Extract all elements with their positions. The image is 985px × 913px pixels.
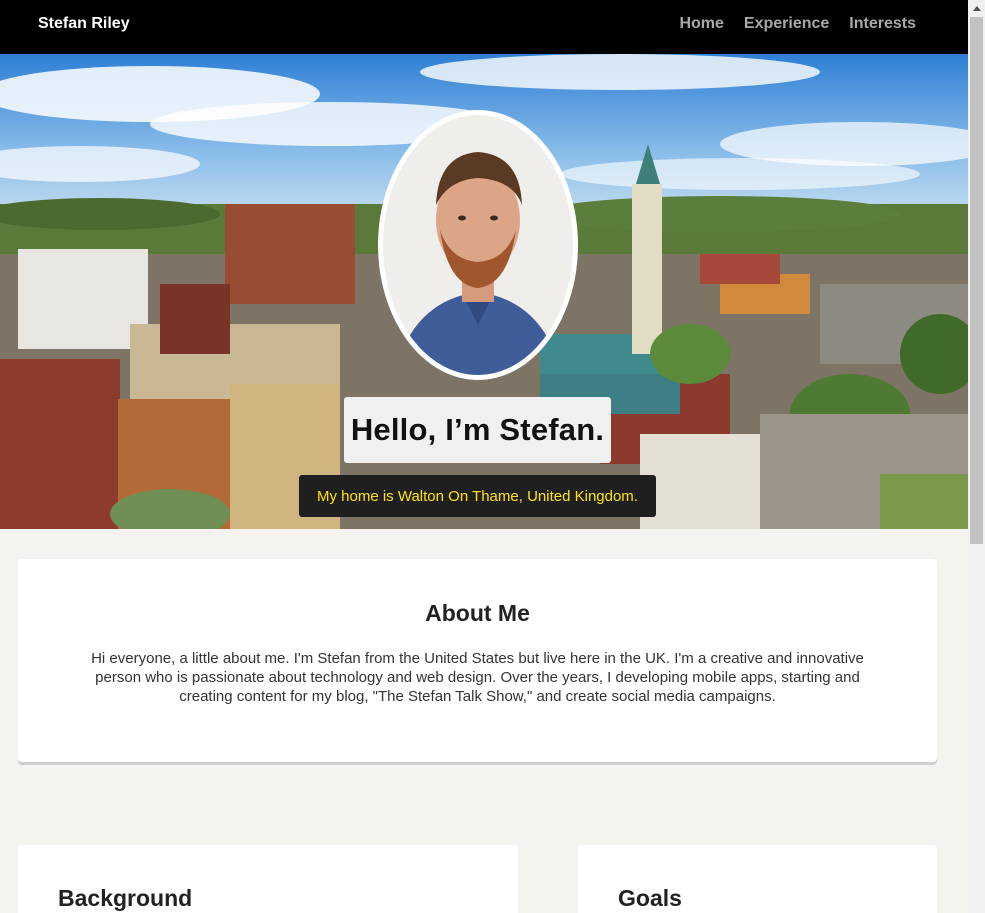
greeting-box: Hello, I’m Stefan. <box>344 397 611 463</box>
nav-link-home[interactable]: Home <box>679 15 723 33</box>
profile-photo <box>378 110 578 380</box>
about-card: About Me Hi everyone, a little about me.… <box>18 559 937 762</box>
goals-title: Goals <box>618 885 682 911</box>
scroll-up-arrow-icon[interactable] <box>968 0 985 17</box>
brand-link[interactable]: Stefan Riley <box>38 15 130 33</box>
home-location-box: My home is Walton On Thame, United Kingd… <box>299 475 656 517</box>
background-card: Background <box>18 845 518 913</box>
nav-links: Home Experience Interests <box>679 15 916 33</box>
about-text: Hi everyone, a little about me. I'm Stef… <box>91 650 864 705</box>
background-title: Background <box>58 885 193 911</box>
nav-link-experience[interactable]: Experience <box>744 15 829 33</box>
home-location-text: My home is Walton On Thame, United Kingd… <box>317 487 638 505</box>
about-title: About Me <box>425 600 530 626</box>
page: Stefan Riley Home Experience Interests H… <box>0 0 968 913</box>
scrollbar-thumb[interactable] <box>970 17 983 544</box>
hero-section: Hello, I’m Stefan. My home is Walton On … <box>0 54 968 529</box>
hero-greeting: Hello, I’m Stefan. <box>350 412 605 447</box>
goals-card: Goals <box>578 845 937 913</box>
navbar: Stefan Riley Home Experience Interests <box>0 0 968 54</box>
vertical-scrollbar[interactable] <box>968 0 985 913</box>
nav-link-interests[interactable]: Interests <box>849 15 916 33</box>
